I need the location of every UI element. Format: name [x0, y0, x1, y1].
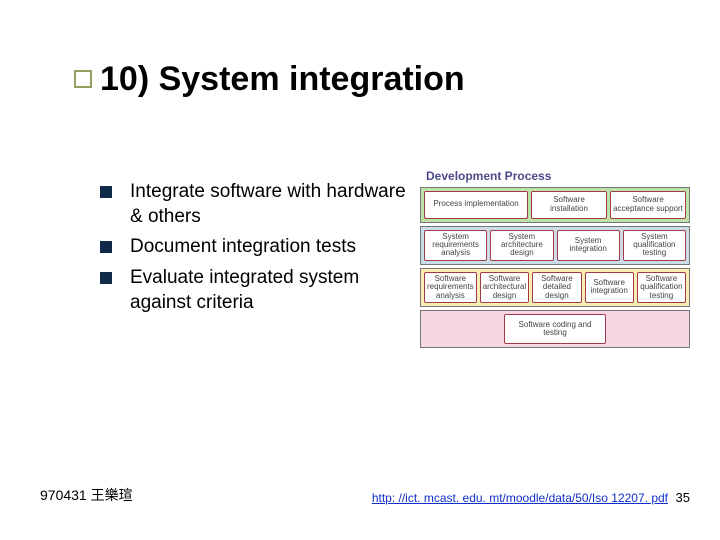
list-item: Integrate software with hardware & other…	[100, 180, 420, 229]
title-accent-square	[74, 70, 92, 88]
diagram-cell: System requirements analysis	[424, 230, 487, 261]
bullet-text: Integrate software with hardware & other…	[130, 180, 420, 229]
bullet-text: Evaluate integrated system against crite…	[130, 266, 420, 315]
slide-number: 35	[676, 490, 690, 505]
slide-title-wrap: 10) System integration	[100, 60, 465, 99]
diagram-cell: Software requirements analysis	[424, 272, 477, 303]
list-item: Evaluate integrated system against crite…	[100, 266, 420, 315]
footer-source-link[interactable]: http: //ict. mcast. edu. mt/moodle/data/…	[372, 491, 668, 505]
diagram-cell: Software qualification testing	[637, 272, 686, 303]
bullet-icon	[100, 186, 112, 198]
bullet-icon	[100, 241, 112, 253]
diagram-row-3: Software requirements analysis Software …	[420, 268, 690, 307]
diagram-cell: Software acceptance support	[610, 191, 686, 219]
bullet-text: Document integration tests	[130, 235, 420, 260]
diagram-cell: System qualification testing	[623, 230, 686, 261]
slide-title: 10) System integration	[100, 60, 465, 99]
diagram-row-2: System requirements analysis System arch…	[420, 226, 690, 265]
diagram-cell: Software detailed design	[532, 272, 581, 303]
diagram-cell: System architecture design	[490, 230, 553, 261]
diagram-cell: System integration	[557, 230, 620, 261]
bullet-icon	[100, 272, 112, 284]
diagram-cell: Software architectural design	[480, 272, 530, 303]
bullet-list: Integrate software with hardware & other…	[100, 180, 420, 321]
diagram-cell: Software coding and testing	[504, 314, 606, 344]
footer-author: 970431 王樂瑄	[40, 485, 133, 505]
diagram-cell: Software installation	[531, 191, 607, 219]
diagram-row-4: Software coding and testing	[420, 310, 690, 348]
process-diagram: Development Process Process implementati…	[420, 170, 690, 351]
list-item: Document integration tests	[100, 235, 420, 260]
diagram-cell: Software integration	[585, 272, 634, 303]
diagram-row-1: Process implementation Software installa…	[420, 187, 690, 223]
diagram-cell: Process implementation	[424, 191, 528, 219]
diagram-heading: Development Process	[426, 170, 690, 183]
